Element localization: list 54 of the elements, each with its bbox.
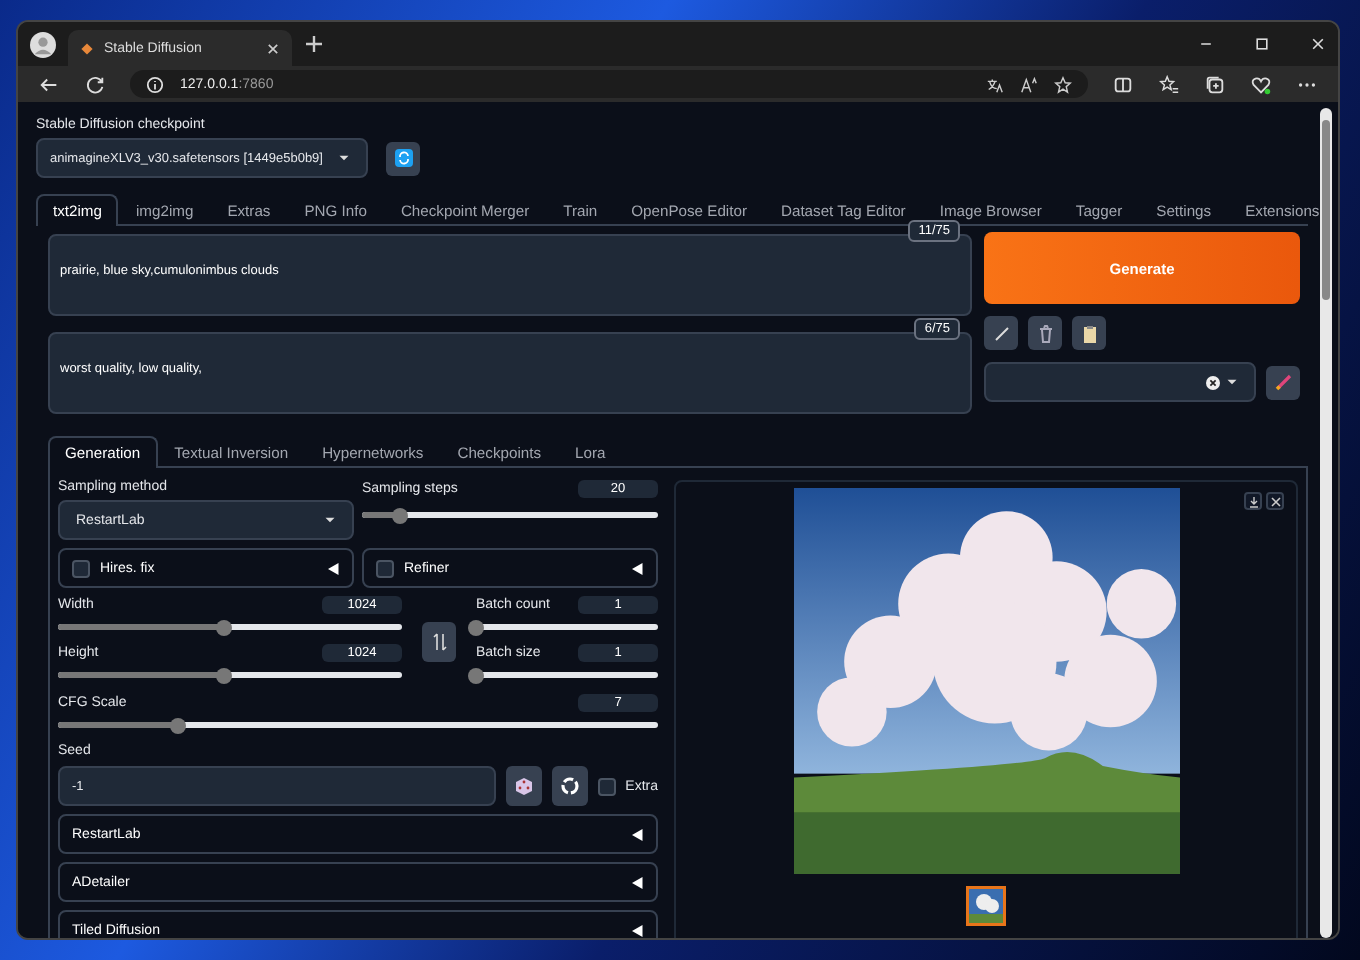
read-aloud-icon[interactable] bbox=[1020, 75, 1038, 93]
collections-icon[interactable] bbox=[1204, 73, 1226, 95]
collapse-triangle-icon bbox=[632, 875, 644, 889]
swap-arrows-icon bbox=[429, 631, 449, 651]
close-icon bbox=[1269, 495, 1281, 507]
refiner-checkbox[interactable] bbox=[376, 559, 394, 577]
info-icon bbox=[146, 75, 164, 93]
brush-icon bbox=[1273, 372, 1294, 392]
cfg-scale-slider[interactable] bbox=[58, 722, 658, 728]
dimension-slider[interactable] bbox=[58, 672, 402, 678]
download-icon bbox=[1247, 495, 1259, 507]
profile-avatar-icon[interactable] bbox=[30, 31, 56, 57]
slash-icon bbox=[991, 323, 1011, 343]
thumbnail[interactable] bbox=[966, 886, 1006, 926]
swap-dimensions-button[interactable] bbox=[422, 621, 456, 661]
maximize-icon[interactable] bbox=[1254, 36, 1270, 52]
collapse-triangle-icon bbox=[632, 923, 644, 937]
hires-fix-checkbox[interactable] bbox=[72, 559, 90, 577]
sampling-steps-slider[interactable] bbox=[362, 512, 658, 518]
trash-icon bbox=[1035, 323, 1055, 343]
collapse-triangle-icon bbox=[328, 561, 340, 575]
new-tab-icon[interactable] bbox=[304, 34, 324, 54]
apply-style-button[interactable] bbox=[1266, 365, 1300, 399]
site-favicon-icon bbox=[80, 41, 94, 55]
clipboard-icon bbox=[1079, 323, 1099, 343]
caret-icon bbox=[1226, 378, 1239, 386]
dimension-slider[interactable] bbox=[58, 624, 402, 630]
random-seed-button[interactable] bbox=[505, 766, 542, 806]
clear-icon[interactable] bbox=[1206, 375, 1221, 389]
close-tab-icon[interactable] bbox=[266, 41, 280, 55]
recycle-icon bbox=[559, 776, 580, 796]
download-button[interactable] bbox=[1244, 492, 1262, 510]
caret-icon bbox=[324, 516, 336, 524]
reload-icon[interactable] bbox=[84, 73, 106, 95]
favorites-icon[interactable] bbox=[1158, 73, 1180, 95]
split-screen-icon[interactable] bbox=[1112, 73, 1134, 95]
translate-icon[interactable] bbox=[986, 75, 1004, 93]
star-icon[interactable] bbox=[1054, 75, 1072, 93]
read-params-button[interactable] bbox=[984, 316, 1018, 350]
refresh-icon bbox=[393, 148, 413, 168]
dice-icon bbox=[513, 776, 534, 796]
extra-checkbox[interactable] bbox=[597, 777, 616, 795]
clipboard-button[interactable] bbox=[1072, 316, 1106, 350]
caret-icon bbox=[338, 154, 351, 162]
collapse-triangle-icon bbox=[632, 561, 644, 575]
collapse-triangle-icon bbox=[632, 827, 644, 841]
refresh-button[interactable] bbox=[386, 141, 420, 175]
back-icon[interactable] bbox=[38, 73, 60, 95]
close-icon[interactable] bbox=[1310, 36, 1326, 52]
heart-icon[interactable] bbox=[1250, 73, 1272, 95]
trash-button[interactable] bbox=[1028, 316, 1062, 350]
close-button[interactable] bbox=[1266, 492, 1284, 510]
reuse-seed-button[interactable] bbox=[551, 766, 588, 806]
scrollbar[interactable] bbox=[1320, 108, 1332, 938]
